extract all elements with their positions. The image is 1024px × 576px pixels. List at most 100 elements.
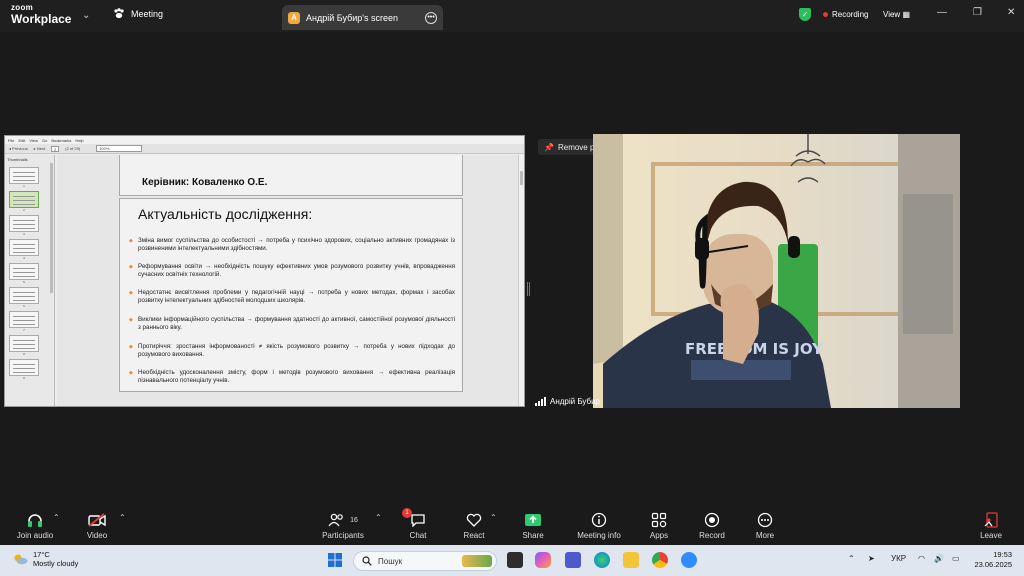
document-scrollbar[interactable]: [518, 155, 524, 406]
video-button[interactable]: Video: [67, 511, 127, 540]
share-label: Share: [522, 531, 544, 540]
chat-icon: [411, 514, 425, 527]
view-label: View: [883, 10, 901, 19]
pin-icon: 📌: [544, 142, 554, 152]
page-input[interactable]: 2: [51, 145, 60, 152]
tab-shared-screen[interactable]: А Андрій Бубир's screen •••: [282, 5, 443, 30]
apps-icon: [651, 512, 667, 528]
thumbnail-number: 1: [23, 184, 25, 188]
minimize-icon[interactable]: —: [937, 7, 947, 18]
participants-icon: [328, 513, 343, 527]
weather-widget[interactable]: 17°C Mostly cloudy: [12, 550, 78, 568]
apps-label: Apps: [649, 531, 669, 540]
chevron-down-icon[interactable]: ⌄: [82, 10, 90, 21]
record-button[interactable]: Record: [682, 511, 742, 540]
menu-help[interactable]: Help: [75, 138, 83, 143]
video-frame: FREEDOM IS JOY: [593, 134, 960, 408]
participant-name: Андрій Бубир: [550, 397, 601, 406]
record-dot-icon: [823, 12, 828, 17]
menu-edit[interactable]: Edit: [18, 138, 25, 143]
zoom-taskbar-icon[interactable]: [681, 552, 697, 568]
more-button[interactable]: More: [735, 511, 795, 540]
audio-options-caret[interactable]: ⌃: [53, 513, 60, 522]
share-button[interactable]: Share: [503, 511, 563, 540]
shared-screen[interactable]: File Edit View Go Bookmarks Help ◂ Previ…: [4, 135, 525, 407]
share-icon: [525, 514, 541, 526]
zoom-select[interactable]: 100%: [96, 145, 143, 152]
location-icon[interactable]: ➤: [868, 554, 875, 563]
slide-thumbnail[interactable]: [9, 287, 39, 304]
meeting-info-button[interactable]: Meeting info: [569, 511, 629, 540]
file-explorer-icon[interactable]: [623, 552, 639, 568]
grid-icon: ▦: [902, 10, 910, 19]
next-button[interactable]: ▸ Next: [34, 146, 45, 151]
wifi-icon[interactable]: ◠: [918, 554, 925, 563]
slide-thumbnail[interactable]: [9, 311, 39, 328]
zoom-logo: zoom Workplace: [11, 3, 71, 26]
close-icon[interactable]: ✕: [1007, 7, 1015, 18]
split-handle[interactable]: [527, 282, 530, 296]
previous-button[interactable]: ◂ Previous: [9, 146, 28, 151]
chat-button[interactable]: 1 Chat: [388, 508, 448, 540]
view-button[interactable]: View ▦: [883, 10, 910, 19]
bullet-item: Реформування освіти → необхідність пошук…: [127, 263, 455, 279]
copilot-icon[interactable]: [535, 552, 551, 568]
info-icon: [591, 512, 607, 528]
language-indicator[interactable]: УКР: [891, 554, 906, 563]
meeting-info-label: Meeting info: [577, 531, 621, 540]
partly-cloudy-icon: [14, 554, 28, 565]
screen-tab-label: Андрій Бубир's screen: [306, 12, 398, 23]
more-label: More: [755, 531, 775, 540]
task-view-icon[interactable]: [507, 552, 523, 568]
chat-badge: 1: [402, 508, 412, 518]
video-options-caret[interactable]: ⌃: [119, 513, 126, 522]
slide-thumbnail[interactable]: [9, 167, 39, 184]
more-options-icon[interactable]: •••: [425, 11, 437, 24]
shield-icon[interactable]: ✓: [799, 8, 811, 21]
react-options-caret[interactable]: ⌃: [490, 513, 497, 522]
menu-view[interactable]: View: [29, 138, 38, 143]
weather-text: Mostly cloudy: [33, 559, 79, 568]
edge-icon[interactable]: [594, 552, 610, 568]
supervisor-text: Керівник: Коваленко О.Е.: [142, 177, 268, 188]
participant-video[interactable]: FREEDOM IS JOY: [593, 134, 960, 408]
participants-button[interactable]: 16 Participants: [313, 511, 373, 540]
recording-indicator[interactable]: Recording: [823, 10, 868, 19]
headphones-icon: [28, 514, 42, 527]
participants-options-caret[interactable]: ⌃: [375, 513, 382, 522]
clock-time: 19:53: [993, 550, 1012, 559]
tab-meeting[interactable]: Meeting: [113, 8, 163, 19]
clock-date: 23.06.2025: [974, 560, 1012, 569]
thumbnail-number: 8: [23, 352, 25, 356]
record-icon: [704, 512, 720, 528]
bullet-item: Необхідність удосконалення змісту, форм …: [127, 369, 455, 385]
tray-overflow-icon[interactable]: ⌃: [848, 554, 855, 563]
thumbnail-number: 9: [23, 376, 25, 380]
chrome-icon[interactable]: [652, 552, 668, 568]
leave-button[interactable]: Leave: [961, 511, 1021, 540]
teams-icon[interactable]: [565, 552, 581, 568]
slide-thumbnail[interactable]: [9, 239, 39, 256]
slide-thumbnail[interactable]: [9, 215, 39, 232]
slide-thumbnail[interactable]: [9, 359, 39, 376]
search-icon: [362, 556, 372, 566]
taskbar-search[interactable]: Пошук: [353, 551, 497, 571]
windows-start-icon[interactable]: [328, 553, 342, 567]
apps-button[interactable]: Apps: [629, 511, 689, 540]
slide-title: Актуальність дослідження:: [138, 206, 313, 222]
slide-thumbnail[interactable]: [9, 335, 39, 352]
participant-name-tag: Андрій Бубир: [535, 397, 600, 406]
brand-line1: zoom: [11, 3, 34, 12]
slide-thumbnail[interactable]: [9, 191, 39, 208]
volume-icon[interactable]: 🔊: [934, 554, 944, 563]
menu-go[interactable]: Go: [42, 138, 47, 143]
system-clock[interactable]: 19:53 23.06.2025: [970, 550, 1012, 570]
menu-bookmarks[interactable]: Bookmarks: [51, 138, 71, 143]
thumbnail-scrollbar[interactable]: [50, 163, 53, 293]
slide-page-1: Керівник: Коваленко О.Е.: [119, 155, 463, 196]
battery-icon[interactable]: ▭: [952, 554, 960, 563]
menu-file[interactable]: File: [8, 138, 14, 143]
bullet-item: Протиріччя: зростання інформованості ≠ я…: [127, 343, 455, 359]
restore-icon[interactable]: ❐: [973, 7, 982, 18]
slide-thumbnail[interactable]: [9, 263, 39, 280]
